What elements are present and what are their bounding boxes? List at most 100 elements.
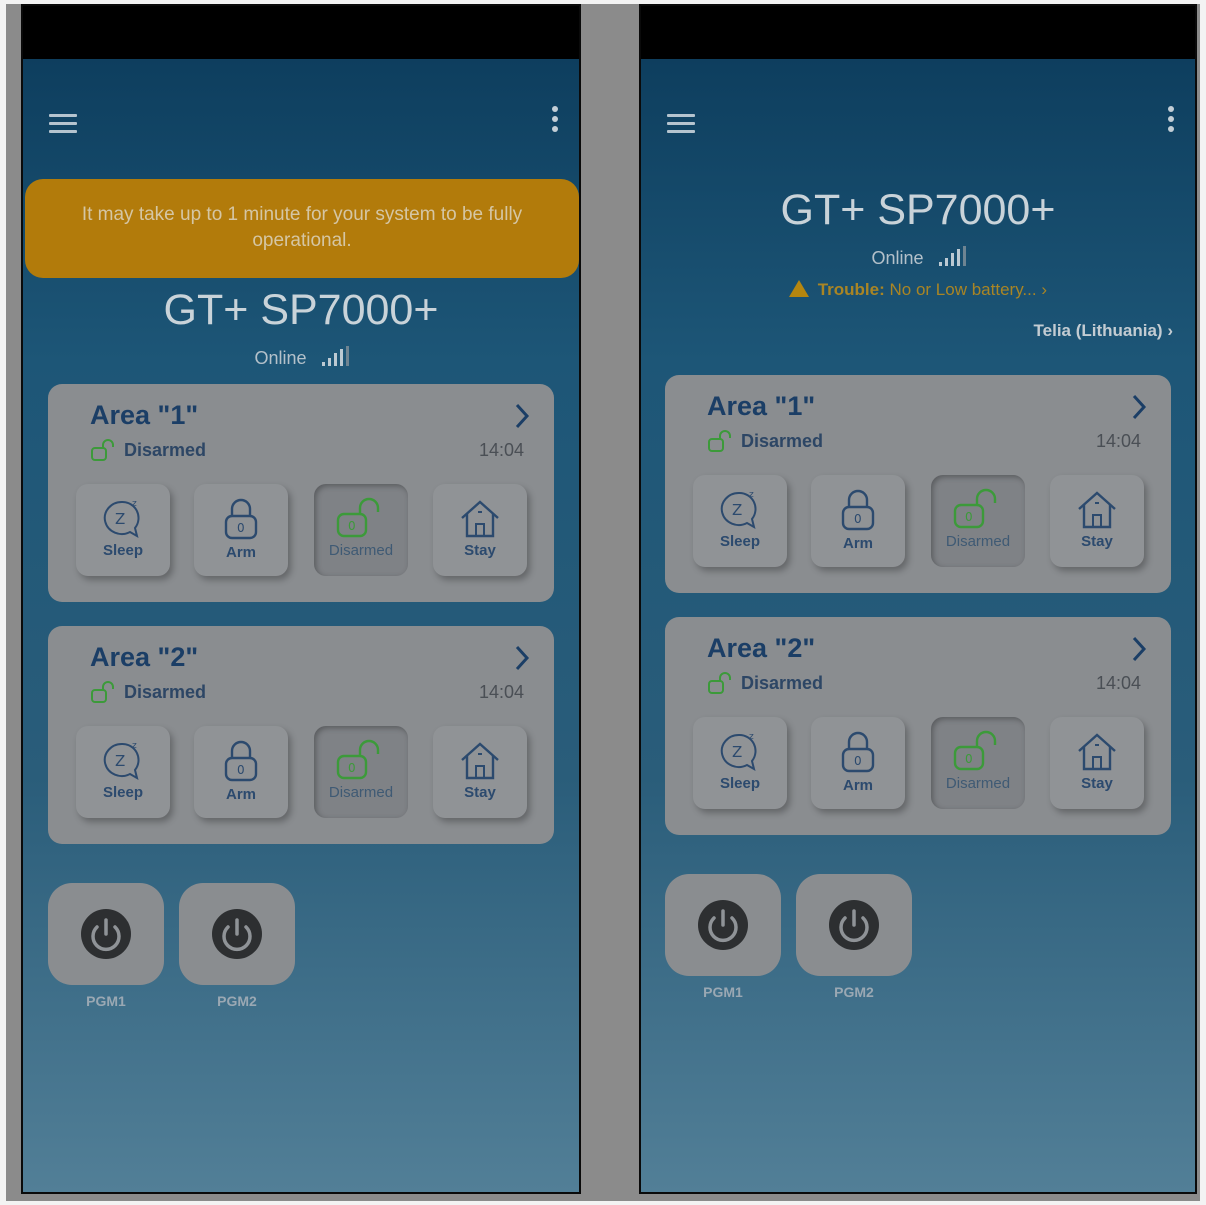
arm-button[interactable]: 0 Arm	[194, 484, 288, 576]
lock-open-icon: 0	[336, 739, 380, 780]
area-time: 14:04	[478, 440, 524, 460]
chevron-right-icon[interactable]	[1129, 393, 1149, 421]
mode-label: Stay	[1081, 775, 1113, 792]
lock-open-icon	[708, 672, 731, 694]
carrier-name: Telia (Lithuania)	[1033, 321, 1163, 340]
kebab-more-icon[interactable]	[551, 106, 559, 136]
trouble-alert[interactable]: Trouble: No or Low battery... ›	[641, 280, 1195, 300]
chevron-right-icon: ›	[1041, 280, 1048, 299]
chevron-right-icon[interactable]	[512, 402, 532, 430]
pgm2-button[interactable]	[796, 874, 912, 976]
area-status: Disarmed	[90, 680, 206, 704]
chevron-right-icon: ›	[1167, 321, 1173, 340]
lock-closed-icon: 0	[224, 498, 258, 540]
svg-text:0: 0	[965, 510, 973, 524]
status-bar	[641, 6, 1195, 59]
pgm1-button[interactable]	[48, 883, 164, 985]
lock-open-icon: 0	[336, 497, 380, 538]
svg-text:z: z	[132, 499, 137, 509]
sleep-button[interactable]: Zz Sleep	[693, 475, 787, 567]
mode-label: Disarmed	[945, 775, 1011, 792]
sleep-button[interactable]: Zz Sleep	[76, 484, 170, 576]
lock-closed-icon: 0	[224, 740, 258, 782]
pgm-label: PGM2	[834, 984, 874, 1000]
area-card[interactable]: Area "2" Disarmed 14:04 Zz Sleep 0 Arm 0…	[665, 617, 1171, 835]
house-icon	[1078, 733, 1116, 771]
house-icon	[461, 742, 499, 780]
sleep-button[interactable]: Zz Sleep	[76, 726, 170, 818]
disarm-button[interactable]: 0 Disarmed	[931, 475, 1025, 567]
stay-button[interactable]: Stay	[1050, 717, 1144, 809]
house-icon	[461, 500, 499, 538]
svg-text:Z: Z	[115, 510, 125, 528]
hamburger-menu-icon[interactable]	[667, 114, 695, 136]
startup-notice-banner: It may take up to 1 minute for your syst…	[25, 179, 579, 278]
power-icon	[81, 909, 131, 959]
disarm-button[interactable]: 0 Disarmed	[314, 484, 408, 576]
mode-label: Sleep	[719, 533, 761, 550]
area-status: Disarmed	[90, 438, 206, 462]
svg-text:0: 0	[237, 763, 245, 777]
lock-open-icon	[91, 439, 114, 461]
area-card[interactable]: Area "1" Disarmed 14:04 Zz Sleep 0 Arm 0…	[48, 384, 554, 602]
mode-label: Arm	[842, 535, 873, 552]
chevron-right-icon[interactable]	[1129, 635, 1149, 663]
svg-text:0: 0	[854, 754, 862, 768]
svg-text:0: 0	[348, 519, 356, 533]
sleep-bubble-icon: Zz	[720, 490, 757, 530]
chevron-right-icon[interactable]	[512, 644, 532, 672]
area-state-label: Disarmed	[124, 682, 207, 702]
lock-open-icon: 0	[953, 730, 997, 771]
connection-status: Online	[641, 246, 1195, 269]
signal-bars-icon	[321, 346, 349, 366]
stay-button[interactable]: Stay	[433, 726, 527, 818]
status-bar	[23, 6, 579, 59]
area-state-label: Disarmed	[741, 673, 824, 693]
pgm2-button[interactable]	[179, 883, 295, 985]
area-card[interactable]: Area "2" Disarmed 14:04 Zz Sleep 0 Arm 0…	[48, 626, 554, 844]
area-status: Disarmed	[707, 671, 823, 695]
mode-label: Sleep	[719, 775, 761, 792]
mode-label: Arm	[225, 786, 256, 803]
pgm1-button[interactable]	[665, 874, 781, 976]
stay-button[interactable]: Stay	[1050, 475, 1144, 567]
online-label: Online	[871, 248, 924, 268]
phone-screen-left: It may take up to 1 minute for your syst…	[21, 4, 581, 1194]
stay-button[interactable]: Stay	[433, 484, 527, 576]
arm-button[interactable]: 0 Arm	[811, 717, 905, 809]
area-time: 14:04	[1095, 673, 1141, 693]
svg-text:Z: Z	[732, 501, 742, 519]
hamburger-menu-icon[interactable]	[49, 114, 77, 136]
mode-label: Sleep	[102, 784, 144, 801]
trouble-label: Trouble:	[817, 280, 885, 299]
area-time: 14:04	[478, 682, 524, 702]
arm-button[interactable]: 0 Arm	[811, 475, 905, 567]
device-title: GT+ SP7000+	[163, 286, 439, 334]
svg-text:0: 0	[965, 752, 973, 766]
lock-open-icon: 0	[953, 488, 997, 529]
svg-text:z: z	[132, 741, 137, 751]
sleep-bubble-icon: Zz	[103, 741, 140, 781]
mode-label: Stay	[464, 784, 496, 801]
svg-text:Z: Z	[732, 743, 742, 761]
arm-button[interactable]: 0 Arm	[194, 726, 288, 818]
area-state-label: Disarmed	[124, 440, 207, 460]
area-card[interactable]: Area "1" Disarmed 14:04 Zz Sleep 0 Arm 0…	[665, 375, 1171, 593]
sleep-bubble-icon: Zz	[103, 499, 140, 539]
kebab-more-icon[interactable]	[1167, 106, 1175, 136]
sleep-bubble-icon: Zz	[720, 732, 757, 772]
sleep-button[interactable]: Zz Sleep	[693, 717, 787, 809]
disarm-button[interactable]: 0 Disarmed	[931, 717, 1025, 809]
area-state-label: Disarmed	[741, 431, 824, 451]
area-name: Area "1"	[90, 400, 199, 430]
lock-open-icon	[708, 430, 731, 452]
mode-label: Arm	[225, 544, 256, 561]
area-name: Area "2"	[90, 642, 199, 672]
svg-text:0: 0	[348, 761, 356, 775]
trouble-text: No or Low battery...	[889, 280, 1037, 299]
carrier-info[interactable]: Telia (Lithuania) ›	[1034, 321, 1173, 341]
lock-open-icon	[91, 681, 114, 703]
house-icon	[1078, 491, 1116, 529]
pgm-label: PGM1	[703, 984, 743, 1000]
disarm-button[interactable]: 0 Disarmed	[314, 726, 408, 818]
